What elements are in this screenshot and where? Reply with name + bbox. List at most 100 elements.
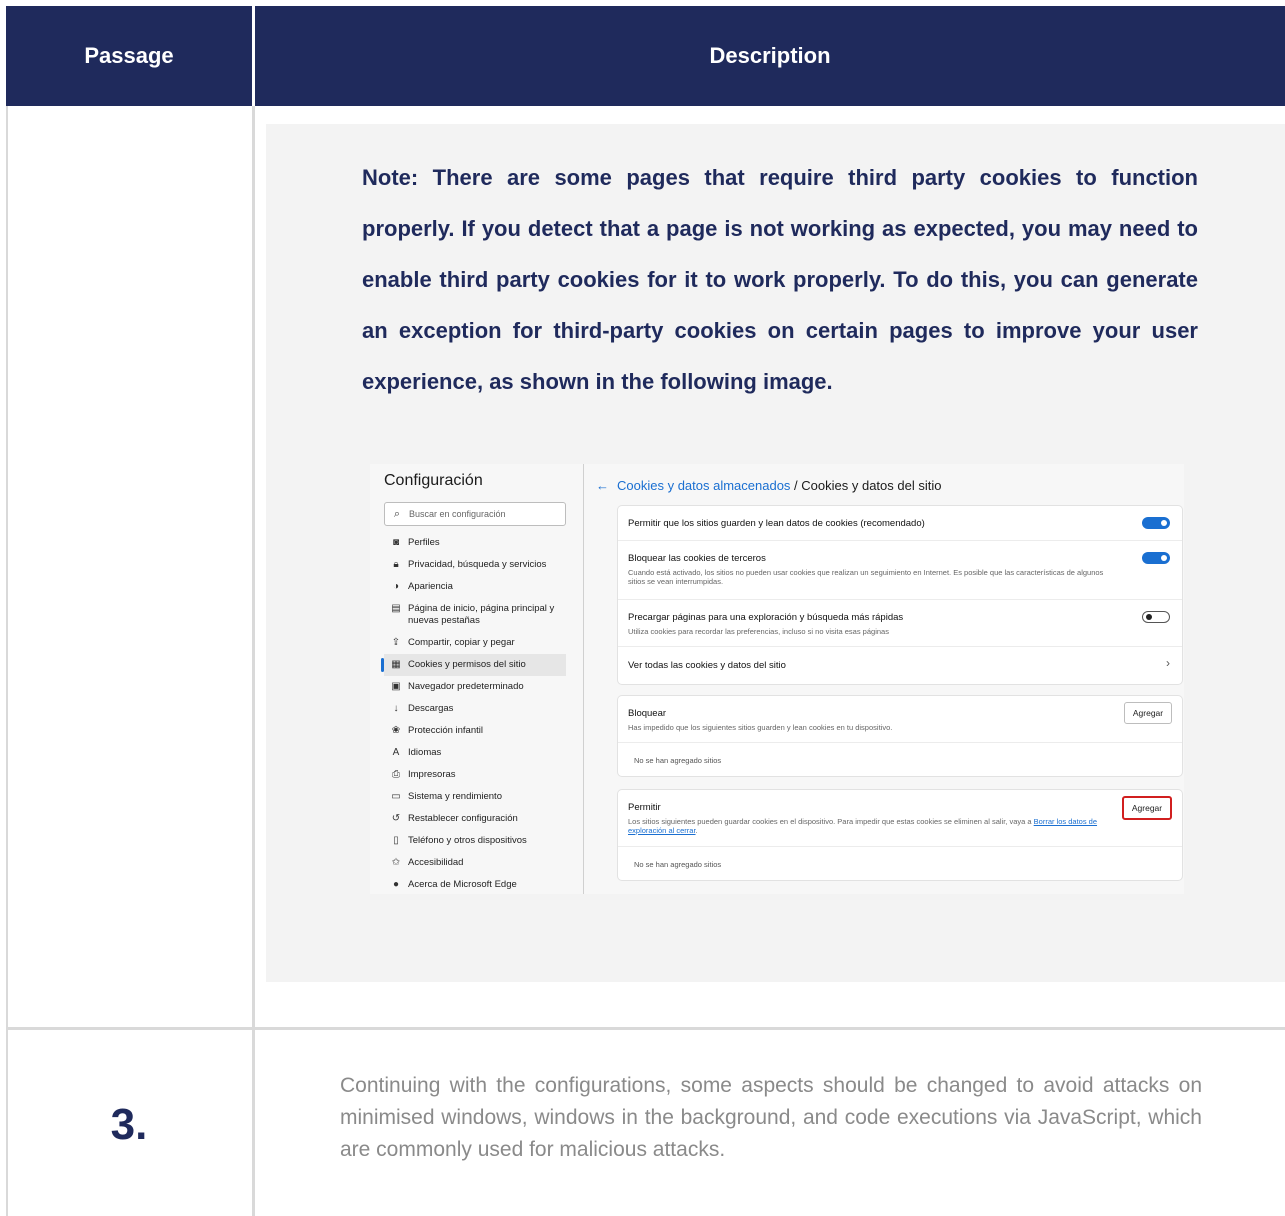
sidebar-item-label: Protección infantil bbox=[408, 725, 483, 736]
allow-description: Los sitios siguientes pueden guardar coo… bbox=[628, 817, 1118, 835]
settings-screenshot: Configuración ⌕ Buscar en configuración … bbox=[370, 464, 1184, 894]
sidebar-item[interactable]: 🔒︎ Privacidad, búsqueda y servicios bbox=[384, 554, 566, 576]
block-empty-row: No se han agregado sitios bbox=[618, 743, 1182, 776]
block-third-party-toggle[interactable] bbox=[1142, 552, 1170, 564]
back-arrow-icon[interactable]: ← bbox=[596, 478, 609, 493]
allow-add-button[interactable]: Agregar bbox=[1122, 796, 1172, 820]
search-icon: ⌕ bbox=[393, 507, 401, 520]
profile-icon: ◙ bbox=[392, 537, 400, 548]
sidebar-item[interactable]: ▭ Sistema y rendimiento bbox=[384, 786, 566, 808]
lock-icon: 🔒︎ bbox=[393, 559, 399, 570]
share-icon: ⇪ bbox=[391, 637, 401, 648]
sidebar-item[interactable]: ◑ Apariencia bbox=[384, 576, 566, 598]
sidebar-item[interactable]: ◙ Perfiles bbox=[384, 532, 566, 554]
sidebar-item-label: Perfiles bbox=[408, 537, 440, 548]
sidebar-item-label: Descargas bbox=[408, 703, 454, 714]
accessibility-icon: ✩ bbox=[391, 857, 401, 868]
allow-header: Permitir Los sitios siguientes pueden gu… bbox=[618, 790, 1182, 847]
cookies-icon: ▦ bbox=[391, 659, 401, 670]
sidebar-item[interactable]: ↓ Descargas bbox=[384, 698, 566, 720]
printer-icon: ⎙ bbox=[392, 769, 400, 780]
system-icon: ▭ bbox=[391, 791, 401, 802]
chevron-right-icon: › bbox=[1166, 656, 1170, 670]
sidebar-item-label: Restablecer configuración bbox=[408, 813, 518, 824]
block-title: Bloquear bbox=[628, 708, 667, 719]
option-title: Bloquear las cookies de terceros bbox=[628, 553, 766, 564]
header-description: Description bbox=[709, 43, 831, 68]
table-header: Passage Description bbox=[6, 6, 1285, 106]
appearance-icon: ◑ bbox=[392, 581, 400, 592]
allow-empty-text: No se han agregado sitios bbox=[634, 860, 722, 869]
block-card: Bloquear Has impedido que los siguientes… bbox=[618, 696, 1182, 776]
option-title: Ver todas las cookies y datos del sitio bbox=[628, 660, 786, 671]
allow-title: Permitir bbox=[628, 802, 661, 813]
allow-description-text: Los sitios siguientes pueden guardar coo… bbox=[628, 817, 1034, 826]
sidebar-item[interactable]: ● Acerca de Microsoft Edge bbox=[384, 874, 566, 894]
note-box: Note: There are some pages that require … bbox=[266, 124, 1285, 982]
sidebar-item-label: Privacidad, búsqueda y servicios bbox=[408, 559, 547, 570]
sidebar-item[interactable]: ⇪ Compartir, copiar y pegar bbox=[384, 632, 566, 654]
cookie-options-card: Permitir que los sitios guarden y lean d… bbox=[618, 506, 1182, 684]
sidebar-item[interactable]: ⎙ Impresoras bbox=[384, 764, 566, 786]
block-add-button[interactable]: Agregar bbox=[1124, 702, 1172, 724]
sidebar-item[interactable]: ❀ Protección infantil bbox=[384, 720, 566, 742]
breadcrumb: ← Cookies y datos almacenados / Cookies y… bbox=[596, 478, 941, 493]
breadcrumb-parent-link[interactable]: Cookies y datos almacenados bbox=[617, 478, 790, 493]
settings-nav: ◙ Perfiles 🔒︎ Privacidad, búsqueda y servic… bbox=[381, 532, 566, 894]
settings-main: ← Cookies y datos almacenados / Cookies y… bbox=[596, 464, 1184, 894]
sidebar-item[interactable]: ▤ Página de inicio, página principal y nu… bbox=[384, 598, 566, 632]
allow-empty-row: No se han agregado sitios bbox=[618, 847, 1182, 880]
option-description: Cuando está activado, los sitios no pued… bbox=[628, 568, 1104, 586]
browser-icon: ▣ bbox=[391, 681, 401, 692]
sidebar-item[interactable]: ▣ Navegador predeterminado bbox=[384, 676, 566, 698]
reset-icon: ↺ bbox=[391, 813, 401, 824]
sidebar-item[interactable]: ↺ Restablecer configuración bbox=[384, 808, 566, 830]
block-description: Has impedido que los siguientes sitios g… bbox=[628, 723, 893, 732]
sidebar-item-label: Impresoras bbox=[408, 769, 456, 780]
header-passage: Passage bbox=[84, 43, 174, 68]
settings-search-input[interactable]: ⌕ Buscar en configuración bbox=[384, 502, 566, 526]
allow-card: Permitir Los sitios siguientes pueden gu… bbox=[618, 790, 1182, 880]
note-text: Note: There are some pages that require … bbox=[362, 165, 1198, 394]
sidebar-item[interactable]: A Idiomas bbox=[384, 742, 566, 764]
language-icon: A bbox=[392, 747, 400, 758]
sidebar-item-label: Apariencia bbox=[408, 581, 453, 592]
preload-toggle[interactable] bbox=[1142, 611, 1170, 623]
sidebar-item-label: Cookies y permisos del sitio bbox=[408, 659, 526, 670]
breadcrumb-separator: / bbox=[790, 478, 802, 493]
sidebar-item-label: Sistema y rendimiento bbox=[408, 791, 502, 802]
option-see-all-cookies[interactable]: Ver todas las cookies y datos del sitio … bbox=[618, 647, 1182, 683]
sidebar-item-label: Compartir, copiar y pegar bbox=[408, 637, 515, 648]
option-title: Permitir que los sitios guarden y lean d… bbox=[628, 518, 925, 529]
allow-cookies-toggle[interactable] bbox=[1142, 517, 1170, 529]
edge-icon: ● bbox=[392, 879, 400, 890]
option-description: Utiliza cookies para recordar las prefer… bbox=[628, 627, 889, 636]
option-preload[interactable]: Precargar páginas para una exploración y… bbox=[618, 600, 1182, 647]
settings-sidebar: Configuración ⌕ Buscar en configuración … bbox=[370, 464, 580, 894]
sidebar-item-label: Idiomas bbox=[408, 747, 442, 758]
settings-title: Configuración bbox=[384, 472, 483, 489]
family-icon: ❀ bbox=[391, 725, 401, 736]
sidebar-item[interactable]: ▯ Teléfono y otros dispositivos bbox=[384, 830, 566, 852]
step-description: Continuing with the configurations, some… bbox=[340, 1074, 1202, 1161]
phone-icon: ▯ bbox=[393, 835, 399, 846]
option-block-third-party[interactable]: Bloquear las cookies de terceros Cuando … bbox=[618, 541, 1182, 600]
allow-description-end: . bbox=[695, 826, 698, 835]
search-placeholder: Buscar en configuración bbox=[409, 509, 506, 519]
sidebar-item[interactable]: ✩ Accesibilidad bbox=[384, 852, 566, 874]
sidebar-item-label: Teléfono y otros dispositivos bbox=[408, 835, 527, 846]
step-number: 3. bbox=[110, 1100, 148, 1149]
sidebar-item[interactable]: ▦ Cookies y permisos del sitio bbox=[381, 654, 566, 676]
option-title: Precargar páginas para una exploración y… bbox=[628, 612, 904, 623]
option-allow-cookies[interactable]: Permitir que los sitios guarden y lean d… bbox=[618, 506, 1182, 541]
sidebar-divider bbox=[583, 464, 584, 894]
block-header: Bloquear Has impedido que los siguientes… bbox=[618, 696, 1182, 743]
content-table: Passage Description Note: There are some… bbox=[6, 6, 1285, 1216]
breadcrumb-current: Cookies y datos del sitio bbox=[801, 478, 942, 493]
sidebar-item-label: Página de inicio, página principal y nue… bbox=[408, 603, 555, 626]
download-icon: ↓ bbox=[393, 703, 399, 714]
sidebar-item-label: Accesibilidad bbox=[408, 857, 464, 868]
column-divider bbox=[252, 106, 255, 1216]
sidebar-item-label: Acerca de Microsoft Edge bbox=[408, 879, 517, 890]
homepage-icon: ▤ bbox=[391, 603, 401, 614]
